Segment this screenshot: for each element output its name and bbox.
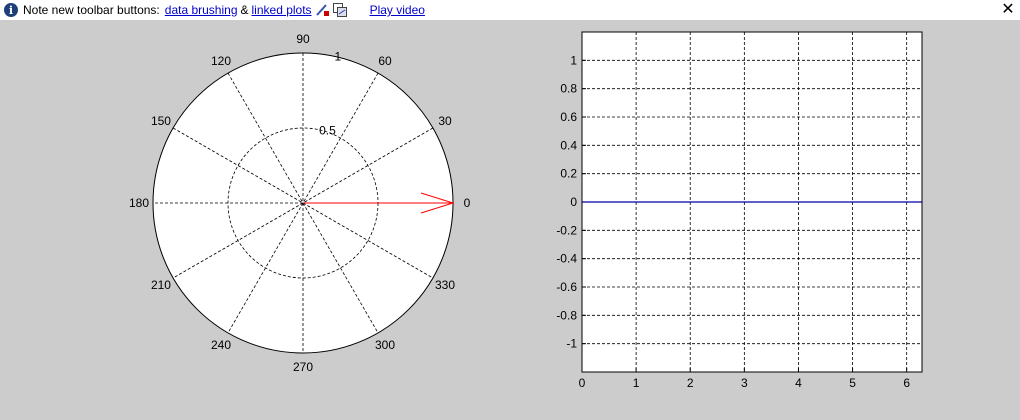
y-tick-label: 1 [570, 53, 577, 67]
x-tick-label: 3 [741, 376, 748, 390]
polar-angle-tick-label: 120 [211, 54, 231, 68]
y-tick-label: 0.8 [560, 82, 577, 96]
y-tick-label: -0.6 [556, 280, 577, 294]
polar-angle-tick-label: 30 [438, 114, 452, 128]
polar-angle-tick-label: 90 [296, 32, 310, 46]
x-tick-label: 4 [795, 376, 802, 390]
close-icon[interactable]: ✕ [1000, 1, 1016, 17]
note-text: Note new toolbar buttons: [23, 3, 160, 17]
y-tick-label: 0.4 [560, 138, 577, 152]
play-video-link[interactable]: Play video [370, 3, 425, 17]
polar-angle-tick-label: 300 [375, 338, 395, 352]
x-tick-label: 6 [903, 376, 910, 390]
data-brushing-link[interactable]: data brushing [165, 3, 238, 17]
x-tick-label: 0 [579, 376, 586, 390]
x-tick-label: 1 [633, 376, 640, 390]
polar-angle-tick-label: 210 [151, 278, 171, 292]
polar-angle-tick-label: 150 [151, 114, 171, 128]
line-chart: 0 1 2 3 4 5 6 -1 -0.8 -0.6 -0.4 -0.2 0 0.2 0.4 0.6 0.8 1 [556, 31, 923, 390]
info-icon: i [4, 3, 18, 17]
ampersand-text: & [240, 3, 249, 17]
info-bar: i Note new toolbar buttons: data brushin… [0, 0, 1020, 20]
y-tick-label: 0.6 [560, 110, 577, 124]
x-tick-label: 5 [849, 376, 856, 390]
y-tick-label: -0.4 [556, 252, 577, 266]
polar-angle-tick-label: 60 [378, 54, 392, 68]
polar-angle-tick-label: 330 [435, 278, 455, 292]
polar-radial-tick-label: 0.5 [319, 124, 336, 138]
polar-angle-tick-label: 180 [129, 196, 149, 210]
brush-icon [315, 4, 329, 16]
linked-plots-icon [332, 3, 347, 17]
x-tick-label: 2 [687, 376, 694, 390]
polar-chart: 0 30 60 90 120 150 180 210 240 270 300 330 0.5 1 [129, 32, 471, 374]
y-tick-label: -0.8 [556, 308, 577, 322]
y-tick-label: 0.2 [560, 167, 577, 181]
y-tick-label: -1 [566, 337, 577, 351]
polar-angle-tick-label: 270 [293, 360, 313, 374]
polar-angle-tick-label: 0 [464, 196, 471, 210]
y-tick-label: 0 [570, 195, 577, 209]
polar-radial-tick-label: 1 [335, 49, 342, 63]
y-tick-label: -0.2 [556, 223, 577, 237]
polar-angle-tick-label: 240 [211, 338, 231, 352]
linked-plots-link[interactable]: linked plots [252, 3, 312, 17]
